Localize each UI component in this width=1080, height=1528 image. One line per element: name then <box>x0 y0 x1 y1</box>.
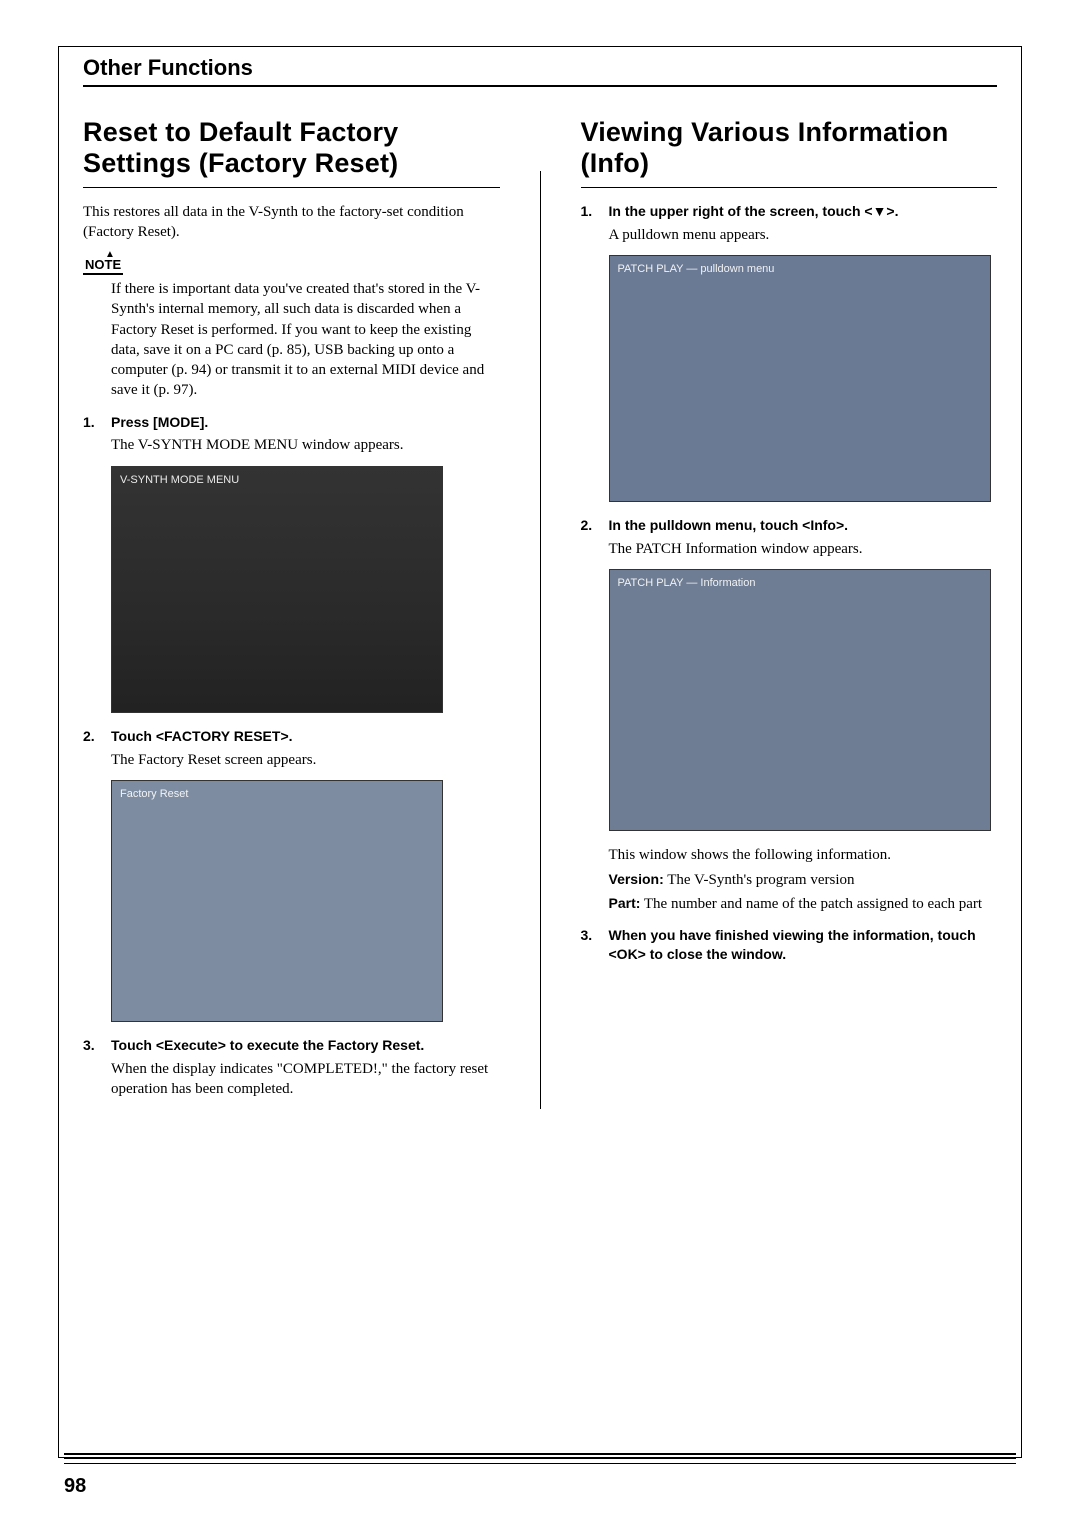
after-para: This window shows the following informat… <box>609 845 998 865</box>
note-label: ▲ NOTE <box>83 256 123 276</box>
version-line: Version: The V-Synth's program version <box>609 870 998 890</box>
title-rule <box>83 187 500 188</box>
left-body: This restores all data in the V-Synth to… <box>83 202 500 1099</box>
left-column: Reset to Default Factory Settings (Facto… <box>83 117 500 1109</box>
step-number: 2. <box>83 727 103 746</box>
version-label: Version: <box>609 871 664 887</box>
right-article-title: Viewing Various Information (Info) <box>581 117 998 179</box>
step-heading: Press [MODE]. <box>111 413 208 432</box>
page-number: 98 <box>64 1475 86 1498</box>
page-frame: Other Functions Reset to Default Factory… <box>58 46 1022 1458</box>
left-title-line2: Settings (Factory Reset) <box>83 148 398 178</box>
step-heading: When you have finished viewing the infor… <box>609 926 998 964</box>
screenshot-mode-menu: V-SYNTH MODE MENU <box>111 466 443 713</box>
part-label: Part: <box>609 895 641 911</box>
screenshot-pulldown: PATCH PLAY — pulldown menu <box>609 255 991 502</box>
step-heading: Touch <FACTORY RESET>. <box>111 727 293 746</box>
step-body: The V-SYNTH MODE MENU window appears. <box>111 435 500 455</box>
step-number: 1. <box>83 413 103 432</box>
step-number: 2. <box>581 516 601 535</box>
two-column-layout: Reset to Default Factory Settings (Facto… <box>83 117 997 1109</box>
part-text: The number and name of the patch assigne… <box>640 896 982 912</box>
right-step-3: 3. When you have finished viewing the in… <box>581 926 998 964</box>
step-body: When the display indicates "COMPLETED!,"… <box>111 1059 500 1100</box>
part-line: Part: The number and name of the patch a… <box>609 894 998 914</box>
right-column: Viewing Various Information (Info) 1. In… <box>581 117 998 1109</box>
screenshot-info-window: PATCH PLAY — Information <box>609 569 991 831</box>
step-body: A pulldown menu appears. <box>609 225 998 245</box>
screenshot-label: Factory Reset <box>120 787 188 802</box>
screenshot-factory-reset: Factory Reset <box>111 780 443 1022</box>
step-number: 1. <box>581 202 601 221</box>
step-number: 3. <box>83 1036 103 1055</box>
left-step-1: 1. Press [MODE]. The V-SYNTH MODE MENU w… <box>83 413 500 456</box>
step-heading: In the pulldown menu, touch <Info>. <box>609 516 849 535</box>
column-divider <box>540 171 541 1109</box>
section-heading: Other Functions <box>83 55 253 80</box>
note-hat-icon: ▲ <box>105 250 115 260</box>
left-article-title: Reset to Default Factory Settings (Facto… <box>83 117 500 179</box>
section-heading-bar: Other Functions <box>83 55 997 87</box>
left-step-3: 3. Touch <Execute> to execute the Factor… <box>83 1036 500 1099</box>
right-title-line1: Viewing Various Information <box>581 117 949 147</box>
left-step-2: 2. Touch <FACTORY RESET>. The Factory Re… <box>83 727 500 770</box>
note-body: If there is important data you've create… <box>111 279 500 401</box>
step-heading: In the upper right of the screen, touch … <box>609 202 899 221</box>
step-number: 3. <box>581 926 601 964</box>
right-step-2: 2. In the pulldown menu, touch <Info>. T… <box>581 516 998 559</box>
right-step-1: 1. In the upper right of the screen, tou… <box>581 202 998 245</box>
step-body: The PATCH Information window appears. <box>609 539 998 559</box>
right-title-line2: (Info) <box>581 148 650 178</box>
left-title-line1: Reset to Default Factory <box>83 117 398 147</box>
screenshot-label: PATCH PLAY — pulldown menu <box>618 262 775 277</box>
step-body: The Factory Reset screen appears. <box>111 750 500 770</box>
right-body: 1. In the upper right of the screen, tou… <box>581 202 998 964</box>
screenshot-label: PATCH PLAY — Information <box>618 576 756 591</box>
step-heading: Touch <Execute> to execute the Factory R… <box>111 1036 424 1055</box>
title-rule <box>581 187 998 188</box>
note-label-text: NOTE <box>85 257 121 272</box>
version-text: The V-Synth's program version <box>664 872 855 888</box>
left-intro: This restores all data in the V-Synth to… <box>83 202 500 243</box>
page-inner: Other Functions Reset to Default Factory… <box>83 55 997 1439</box>
screenshot-label: V-SYNTH MODE MENU <box>120 473 239 488</box>
footer-rule <box>64 1453 1016 1464</box>
